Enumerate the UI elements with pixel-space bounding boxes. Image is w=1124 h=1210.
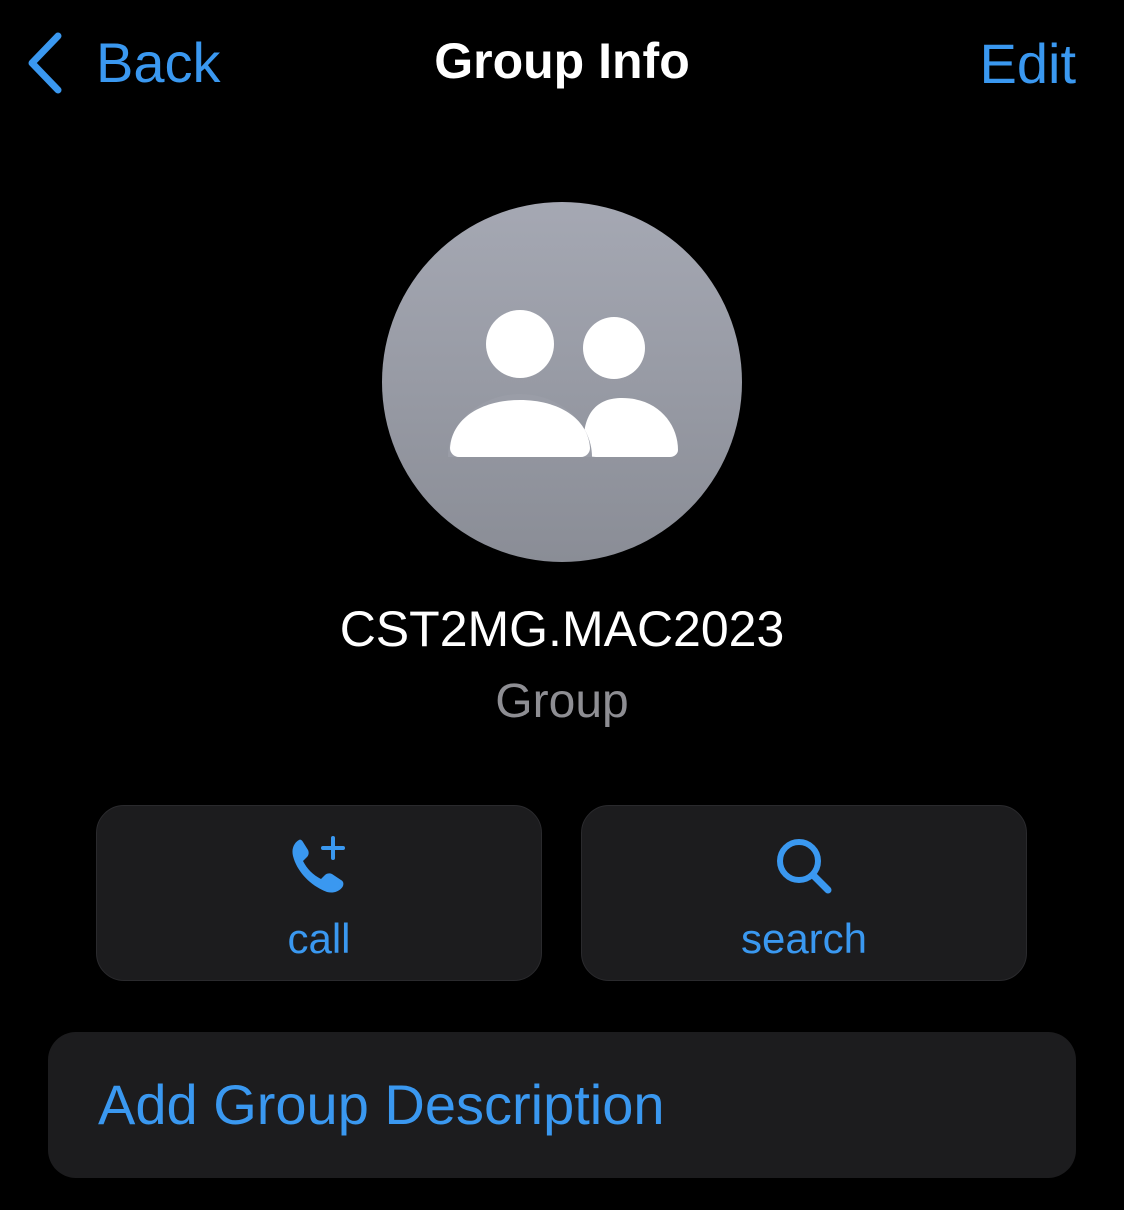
group-subtitle: Group — [495, 675, 629, 728]
group-name: CST2MG.MAC2023 — [339, 601, 785, 657]
page-title: Group Info — [434, 33, 690, 89]
add-group-description-label: Add Group Description — [98, 1073, 665, 1136]
search-label: search — [740, 915, 868, 962]
group-avatar[interactable] — [382, 202, 742, 562]
search-icon — [777, 839, 832, 894]
search-button[interactable]: search — [581, 805, 1027, 981]
phone-add-icon — [292, 836, 345, 893]
call-button[interactable]: call — [96, 805, 542, 981]
edit-button[interactable]: Edit — [980, 36, 1077, 92]
call-label: call — [287, 915, 351, 962]
navigation-bar: Back Group Info Edit — [0, 0, 1124, 130]
add-group-description-button[interactable]: Add Group Description — [48, 1032, 1076, 1178]
group-people-icon — [448, 310, 678, 457]
